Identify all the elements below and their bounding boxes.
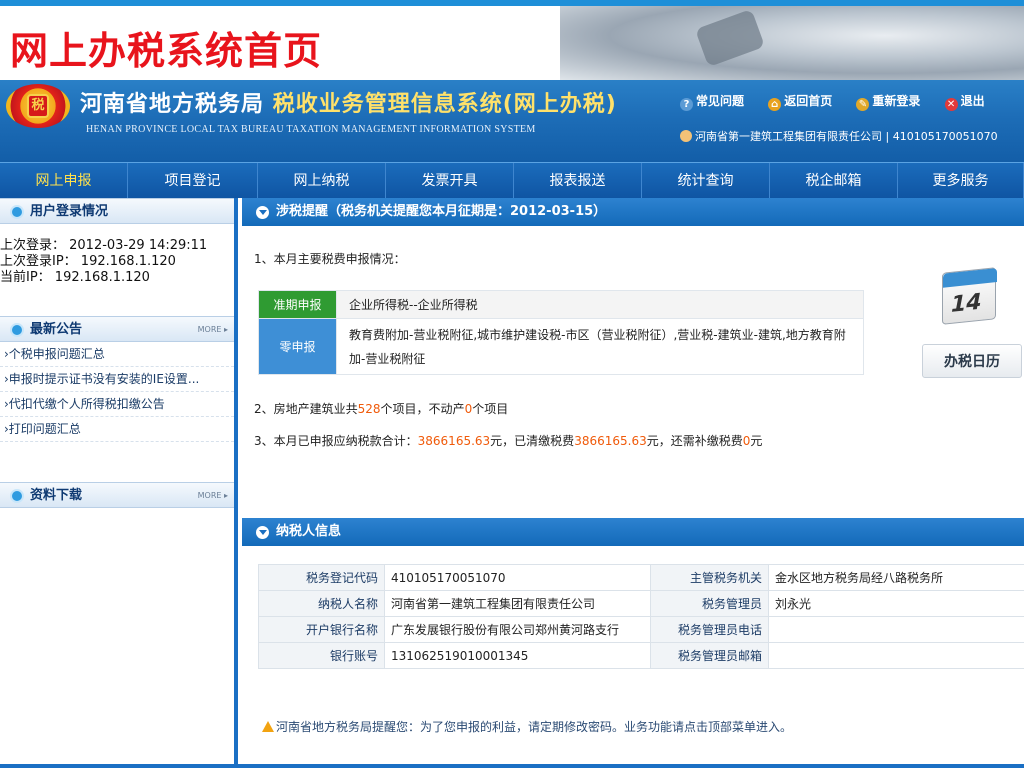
status-badge: 零申报 [258, 318, 337, 375]
notice-item[interactable]: ›个税申报问题汇总 [0, 342, 234, 367]
main-nav: 网上申报 项目登记 网上纳税 发票开具 报表报送 统计查询 税企邮箱 更多服务 [0, 162, 1024, 199]
notice-item[interactable]: ›申报时提示证书没有安装的IE设置... [0, 367, 234, 392]
left-sidebar: 用户登录情况 上次登录： 2012-03-29 14:29:11 上次登录IP：… [0, 198, 238, 768]
notice-more-link[interactable]: MORE ▸ [198, 317, 228, 343]
tax-bureau-logo-icon: 税 [6, 84, 70, 128]
page-title: 网上办税系统首页 [10, 29, 323, 73]
table-row: 银行账号 131062519010001345 税务管理员邮箱 [258, 642, 1024, 669]
last-login-time: 上次登录： 2012-03-29 14:29:11 [0, 238, 208, 253]
download-header: 资料下载 MORE ▸ [0, 482, 234, 508]
notice-item[interactable]: ›代扣代缴个人所得税扣缴公告 [0, 392, 234, 417]
nav-online-pay[interactable]: 网上纳税 [258, 163, 386, 199]
logo-char: 税 [27, 94, 49, 118]
warning-icon [262, 721, 274, 732]
declare-summary-line: 1、本月主要税费申报情况： [254, 252, 406, 266]
bullet-icon [10, 489, 24, 503]
close-icon: ✕ [944, 98, 958, 111]
table-row: 准期申报 企业所得税--企业所得税 [258, 290, 864, 319]
status-badge: 准期申报 [258, 290, 337, 319]
notice-item[interactable]: ›打印问题汇总 [0, 417, 234, 442]
calendar-icon[interactable]: 14 [942, 264, 997, 325]
declare-status-table: 准期申报 企业所得税--企业所得税 零申报 教育费附加-营业税附征,城市维护建设… [258, 290, 864, 375]
nav-report-submit[interactable]: 报表报送 [514, 163, 642, 199]
page: 网上办税系统首页 税 河南省地方税务局 税收业务管理信息系统(网上办税) HEN… [0, 0, 1024, 768]
user-icon [680, 130, 692, 142]
download-more-link[interactable]: MORE ▸ [198, 483, 228, 509]
nav-project-register[interactable]: 项目登记 [128, 163, 258, 199]
last-login-ip: 上次登录IP： 192.168.1.120 [0, 254, 176, 269]
system-english-name: HENAN PROVINCE LOCAL TAX BUREAU TAXATION… [86, 124, 536, 135]
nav-online-declare[interactable]: 网上申报 [0, 163, 128, 199]
relogin-link[interactable]: ✎ 重新登录 [856, 92, 920, 111]
banner-image [560, 6, 1024, 80]
declare-items: 企业所得税--企业所得税 [336, 290, 864, 319]
bottom-border [0, 764, 1024, 768]
nav-more-services[interactable]: 更多服务 [898, 163, 1024, 199]
home-link[interactable]: ⌂ 返回首页 [768, 92, 832, 111]
table-row: 纳税人名称 河南省第一建筑工程集团有限责任公司 税务管理员 刘永光 [258, 590, 1024, 617]
security-tip: 河南省地方税务局提醒您：为了您申报的利益，请定期修改密码。业务功能请点击顶部菜单… [262, 718, 792, 735]
nav-invoice[interactable]: 发票开具 [386, 163, 514, 199]
taxpayer-info-table: 税务登记代码 410105170051070 主管税务机关 金水区地方税务局经八… [258, 564, 1024, 669]
quick-links: ? 常见问题 ⌂ 返回首页 ✎ 重新登录 ✕ 退出 [680, 92, 1005, 111]
logout-link[interactable]: ✕ 退出 [944, 92, 985, 111]
site-header: 税 河南省地方税务局 税收业务管理信息系统(网上办税) HENAN PROVIN… [0, 80, 1024, 162]
agency-name: 河南省地方税务局 [80, 92, 265, 117]
notice-header: 最新公告 MORE ▸ [0, 316, 234, 342]
collapse-icon[interactable] [256, 526, 269, 539]
tax-reminder-header: 涉税提醒（税务机关提醒您本月征期是：2012-03-15） [242, 198, 1024, 226]
collapse-icon[interactable] [256, 206, 269, 219]
taxpayer-info-header: 纳税人信息 [242, 518, 1024, 546]
faq-link[interactable]: ? 常见问题 [680, 92, 744, 111]
table-row: 开户银行名称 广东发展银行股份有限公司郑州黄河路支行 税务管理员电话 [258, 616, 1024, 643]
nav-mailbox[interactable]: 税企邮箱 [770, 163, 898, 199]
declare-items: 教育费附加-营业税附征,城市维护建设税-市区（营业税附征）,营业税-建筑业-建筑… [336, 318, 864, 375]
table-row: 税务登记代码 410105170051070 主管税务机关 金水区地方税务局经八… [258, 564, 1024, 591]
system-title: 河南省地方税务局 税收业务管理信息系统(网上办税) [80, 86, 617, 118]
home-icon: ⌂ [768, 98, 782, 111]
calendar-day: 14 [951, 289, 982, 318]
real-estate-line: 2、房地产建筑业共528个项目，不动产0个项目 [254, 402, 509, 416]
login-info-header: 用户登录情况 [0, 198, 234, 224]
bullet-icon [10, 205, 24, 219]
tax-calendar-button[interactable]: 办税日历 [922, 344, 1022, 378]
main-content: 涉税提醒（税务机关提醒您本月征期是：2012-03-15） 1、本月主要税费申报… [242, 198, 1024, 768]
notice-list: ›个税申报问题汇总 ›申报时提示证书没有安装的IE设置... ›代扣代缴个人所得… [0, 342, 234, 492]
login-info: 上次登录： 2012-03-29 14:29:11 上次登录IP： 192.16… [0, 224, 234, 316]
tax-total-line: 3、本月已申报应纳税款合计：3866165.63元，已清缴税费3866165.6… [254, 434, 763, 448]
nav-statistics[interactable]: 统计查询 [642, 163, 770, 199]
help-icon: ? [680, 98, 693, 111]
table-row: 零申报 教育费附加-营业税附征,城市维护建设税-市区（营业税附征）,营业税-建筑… [258, 318, 864, 375]
current-user: 河南省第一建筑工程集团有限责任公司 | 410105170051070 [680, 128, 998, 144]
current-ip: 当前IP： 192.168.1.120 [0, 270, 150, 285]
system-name: 税收业务管理信息系统(网上办税) [272, 92, 617, 117]
bullet-icon [10, 323, 24, 337]
key-icon: ✎ [856, 98, 870, 111]
